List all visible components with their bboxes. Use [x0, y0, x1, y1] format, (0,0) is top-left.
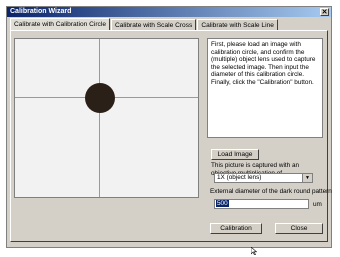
tab-label: Calibrate with Scale Line [201, 22, 274, 29]
close-button[interactable]: Close [275, 223, 323, 234]
image-preview[interactable] [14, 38, 199, 198]
load-image-button[interactable]: Load Image [211, 149, 259, 160]
diameter-input[interactable]: 500 [214, 199, 309, 209]
tab-label: Calibrate with Calibration Circle [14, 21, 106, 28]
calibration-circle [85, 83, 115, 113]
dropdown-arrow-glyph: ▼ [305, 175, 310, 181]
mouse-cursor-icon [250, 246, 258, 257]
close-label: Close [290, 225, 308, 232]
tab-strip: Calibrate with Calibration Circle Calibr… [10, 18, 279, 30]
calibration-label: Calibration [220, 225, 252, 232]
chevron-down-icon[interactable]: ▼ [302, 174, 312, 182]
diameter-label: External diameter of the dark round patt… [210, 188, 332, 195]
load-image-label: Load Image [217, 151, 253, 158]
instructions-text: First, please load an image with calibra… [207, 38, 323, 138]
objective-select[interactable]: 1X (object lens) ▼ [214, 173, 313, 183]
calibration-button[interactable]: Calibration [210, 223, 262, 234]
close-icon: ✕ [321, 8, 328, 16]
tab-label: Calibrate with Scale Cross [114, 22, 193, 29]
diameter-value: 500 [216, 200, 229, 207]
tab-calibration-circle[interactable]: Calibrate with Calibration Circle [10, 18, 110, 30]
crosshair-vertical [99, 39, 100, 197]
close-window-button[interactable]: ✕ [320, 8, 329, 16]
title-bar: Calibration Wizard ✕ [7, 7, 331, 17]
calibration-wizard-window: Calibration Wizard ✕ Calibrate with Cali… [6, 6, 332, 248]
tab-scale-line[interactable]: Calibrate with Scale Line [197, 19, 278, 30]
objective-select-value: 1X (object lens) [217, 174, 262, 181]
unit-label: um [313, 201, 322, 208]
tab-scale-cross[interactable]: Calibrate with Scale Cross [110, 19, 197, 30]
tab-panel: First, please load an image with calibra… [10, 30, 328, 242]
window-title: Calibration Wizard [10, 8, 72, 15]
